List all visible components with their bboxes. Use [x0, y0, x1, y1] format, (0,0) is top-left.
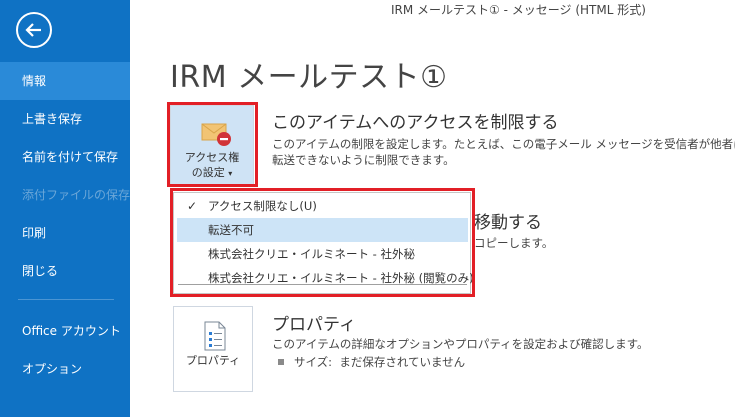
- sidebar-item-close[interactable]: 閉じる: [0, 252, 130, 290]
- sidebar-item-print[interactable]: 印刷: [0, 214, 130, 252]
- size-value: まだ保存されていません: [339, 355, 466, 369]
- properties-button-label: プロパティ: [185, 354, 241, 367]
- size-label: サイズ:: [294, 355, 333, 369]
- backstage-window: 情報 上書き保存 名前を付けて保存 添付ファイルの保存 印刷 閉じる Offic…: [0, 0, 735, 417]
- sidebar-item-office-account[interactable]: Office アカウント: [0, 312, 130, 350]
- back-button[interactable]: [16, 12, 52, 48]
- sidebar-item-save-attachments[interactable]: 添付ファイルの保存: [0, 176, 130, 214]
- highlight-outline-menu: [170, 188, 475, 297]
- highlight-outline-button: [167, 102, 258, 187]
- sidebar-item-save-as[interactable]: 名前を付けて保存: [0, 138, 130, 176]
- sidebar-item-info[interactable]: 情報: [0, 62, 130, 100]
- sidebar-item-save[interactable]: 上書き保存: [0, 100, 130, 138]
- page-title: IRM メールテスト①: [170, 60, 448, 95]
- move-section-desc: コピーします。: [474, 236, 554, 250]
- sidebar-item-options[interactable]: オプション: [0, 350, 130, 388]
- window-title: IRM メールテスト① - メッセージ (HTML 形式): [391, 3, 646, 17]
- restrict-section-desc-2: 転送できないように制限できます。: [272, 153, 455, 167]
- properties-button[interactable]: プロパティ: [173, 306, 253, 392]
- restrict-section-desc-1: このアイテムの制限を設定します。たとえば、この電子メール メッセージを受信者が他…: [272, 137, 735, 151]
- properties-section-desc: このアイテムの詳細なオプションやプロパティを設定および確認します。: [272, 337, 649, 351]
- move-section-title: 移動する: [474, 213, 542, 233]
- properties-size-row: サイズ: まだ保存されていません: [278, 354, 465, 371]
- backstage-sidebar: 情報 上書き保存 名前を付けて保存 添付ファイルの保存 印刷 閉じる Offic…: [0, 0, 130, 417]
- bullet-icon: [278, 358, 284, 365]
- document-properties-icon: [204, 321, 226, 351]
- properties-section-title: プロパティ: [272, 315, 356, 335]
- restrict-section-title: このアイテムへのアクセスを制限する: [272, 113, 559, 133]
- sidebar-divider: [18, 299, 114, 300]
- back-arrow-icon: [25, 23, 41, 37]
